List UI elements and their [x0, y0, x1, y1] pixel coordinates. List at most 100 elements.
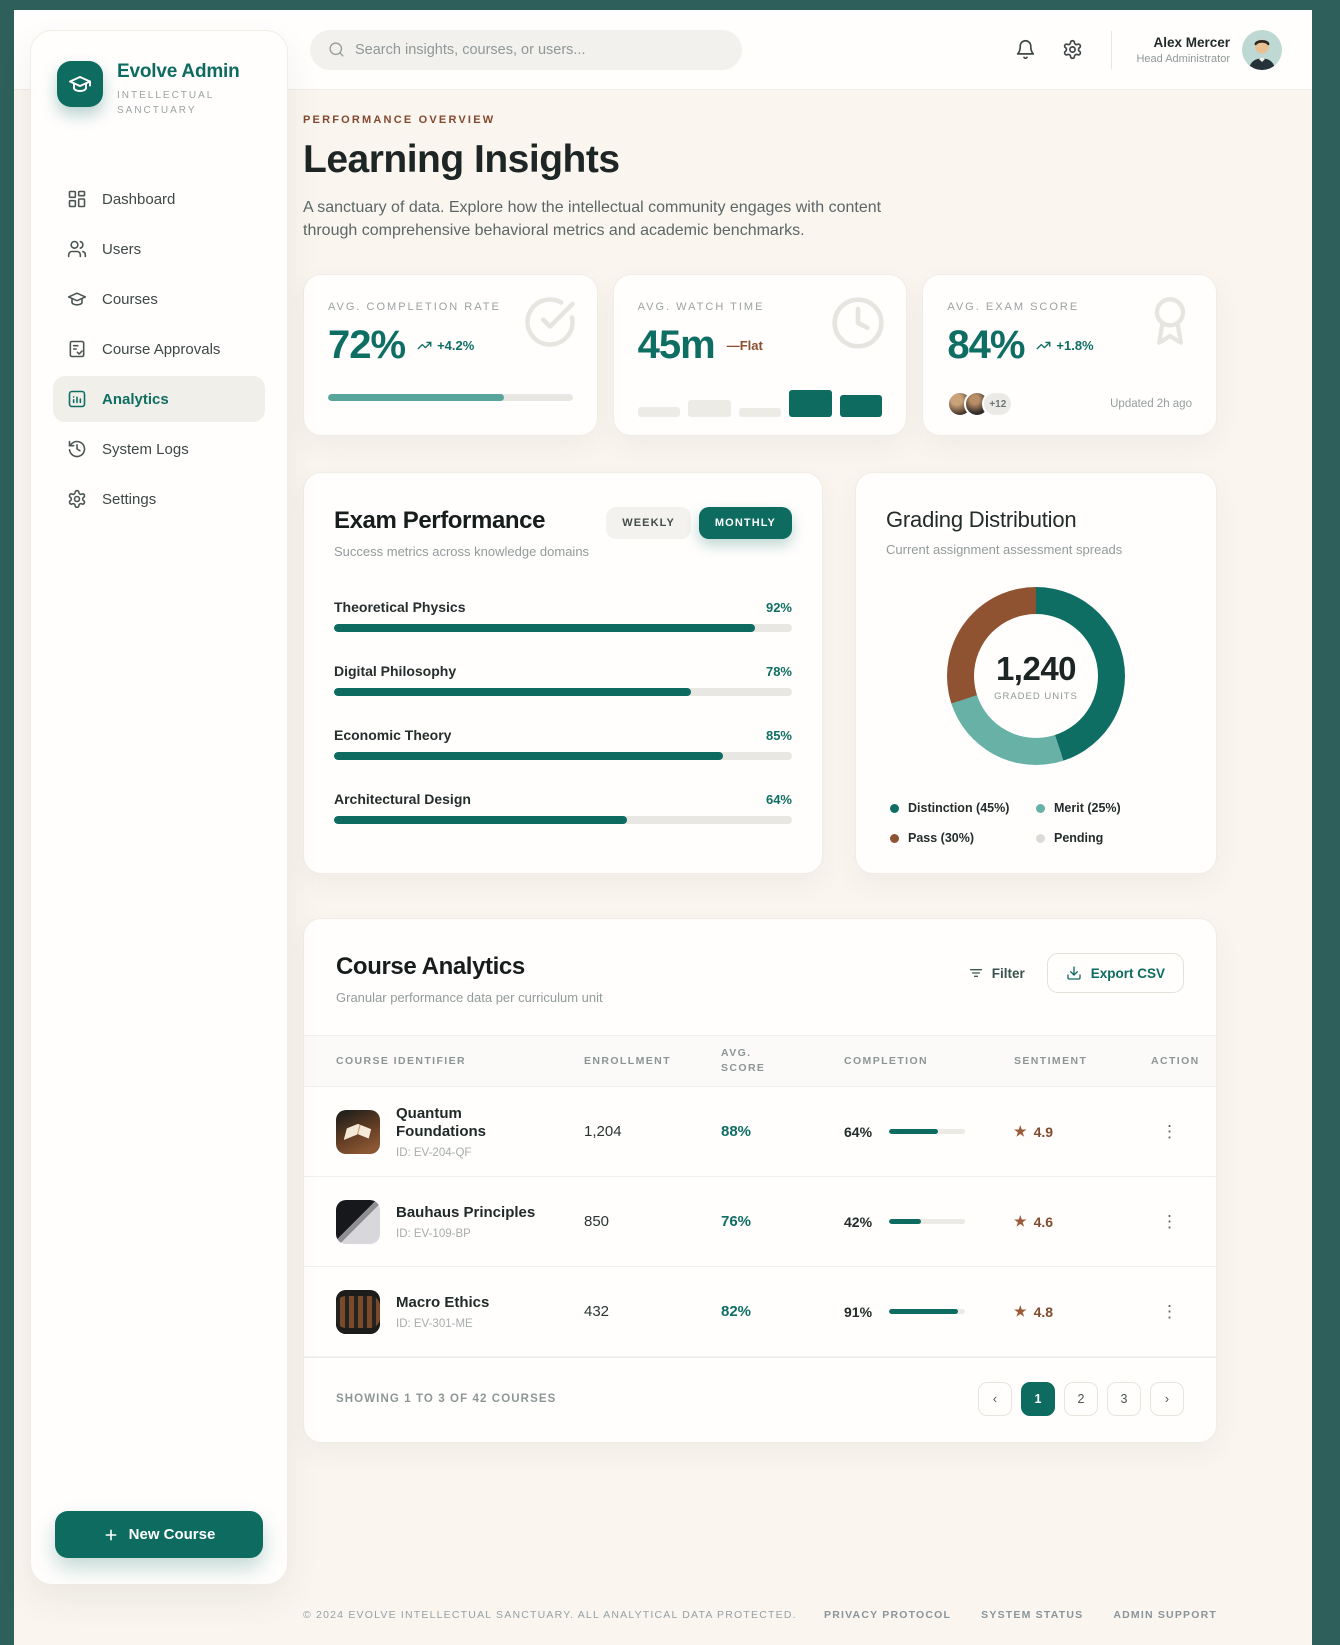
sentiment-cell: 4.6	[1014, 1213, 1151, 1230]
sidebar: Evolve Admin INTELLECTUAL SANCTUARY Dash…	[30, 30, 288, 1585]
history-icon	[67, 439, 87, 459]
sidebar-item-label: Courses	[102, 291, 158, 308]
column-header: COMPLETION	[844, 1054, 1014, 1070]
export-csv-button[interactable]: Export CSV	[1047, 953, 1184, 993]
monthly-toggle-button[interactable]: MONTHLY	[699, 507, 792, 539]
legend-item-pass: Pass (30%)	[890, 831, 1036, 845]
user-name: Alex Mercer	[1136, 35, 1230, 50]
table-header-row: COURSE IDENTIFIER ENROLLMENT AVG. SCORE …	[304, 1035, 1216, 1087]
sidebar-item-analytics[interactable]: Analytics	[53, 376, 265, 422]
row-actions-button[interactable]	[1151, 1207, 1188, 1236]
sidebar-item-label: System Logs	[102, 441, 189, 458]
domain-score: 92%	[766, 600, 792, 615]
page-button-3[interactable]: 3	[1107, 1382, 1141, 1416]
sidebar-item-label: Dashboard	[102, 191, 175, 208]
avatar[interactable]	[1242, 30, 1282, 70]
domain-label: Architectural Design	[334, 791, 471, 807]
mini-bar	[739, 408, 782, 417]
graduation-cap-icon	[67, 289, 87, 309]
dashboard-grid-icon	[67, 189, 87, 209]
search-input[interactable]	[355, 42, 724, 58]
users-icon	[67, 239, 87, 259]
download-icon	[1066, 965, 1082, 981]
sidebar-item-courses[interactable]: Courses	[53, 276, 265, 322]
footer-link-support[interactable]: ADMIN SUPPORT	[1113, 1609, 1217, 1621]
avg-score-value: 82%	[721, 1303, 844, 1320]
domain-score: 85%	[766, 728, 792, 743]
topbar-divider	[1111, 31, 1112, 69]
table-row: Quantum Foundations ID: EV-204-QF 1,204 …	[304, 1087, 1216, 1177]
stat-trend: +1.8%	[1036, 338, 1093, 353]
grading-subtitle: Current assignment assessment spreads	[886, 542, 1186, 557]
course-id: ID: EV-109-BP	[396, 1228, 535, 1240]
legend-dot	[890, 804, 899, 813]
completion-value: 91%	[844, 1304, 878, 1320]
check-circle-icon	[523, 295, 577, 354]
page-button-1[interactable]: 1	[1021, 1382, 1055, 1416]
student-avatar-stack: +12	[947, 391, 1013, 417]
exam-bar-row: Economic Theory 85%	[334, 727, 792, 760]
sidebar-item-users[interactable]: Users	[53, 226, 265, 272]
bell-icon	[1015, 39, 1036, 60]
stat-trend: +4.2%	[417, 338, 474, 353]
prev-page-button[interactable]: ‹	[978, 1382, 1012, 1416]
row-actions-button[interactable]	[1151, 1297, 1188, 1326]
enrollment-value: 432	[584, 1303, 721, 1320]
updated-timestamp: Updated 2h ago	[1110, 398, 1192, 410]
sidebar-item-label: Users	[102, 241, 141, 258]
completion-cell: 91%	[844, 1304, 1014, 1320]
teal-frame: Alex Mercer Head Administrator Evolve Ad…	[0, 0, 1340, 1645]
settings-quick-button[interactable]	[1058, 35, 1087, 64]
exam-performance-title: Exam Performance	[334, 507, 589, 535]
legend-dot	[1036, 834, 1045, 843]
sentiment-cell: 4.8	[1014, 1303, 1151, 1320]
sidebar-nav: Dashboard Users Courses Course Approvals…	[53, 176, 265, 522]
footer-link-privacy[interactable]: PRIVACY PROTOCOL	[824, 1609, 951, 1621]
page-button-2[interactable]: 2	[1064, 1382, 1098, 1416]
exam-bar-row: Architectural Design 64%	[334, 791, 792, 824]
sidebar-item-settings[interactable]: Settings	[53, 476, 265, 522]
grading-legend: Distinction (45%) Merit (25%) Pass (30%)…	[886, 801, 1186, 845]
pagination: SHOWING 1 TO 3 OF 42 COURSES ‹ 1 2 3 ›	[304, 1357, 1216, 1442]
enrollment-value: 1,204	[584, 1123, 721, 1140]
exam-performance-card: Exam Performance Success metrics across …	[303, 472, 823, 874]
legend-item-distinction: Distinction (45%)	[890, 801, 1036, 815]
stat-value: 84%	[947, 323, 1024, 368]
graduation-cap-icon	[68, 72, 92, 96]
mini-bar	[840, 395, 883, 417]
new-course-button[interactable]: New Course	[55, 1511, 263, 1558]
footer: © 2024 EVOLVE INTELLECTUAL SANCTUARY. AL…	[303, 1589, 1217, 1643]
search-bar[interactable]	[310, 30, 742, 70]
app-tagline: INTELLECTUAL SANCTUARY	[117, 88, 227, 118]
new-course-label: New Course	[129, 1526, 216, 1543]
clock-icon	[830, 295, 886, 356]
sidebar-item-dashboard[interactable]: Dashboard	[53, 176, 265, 222]
sidebar-item-course-approvals[interactable]: Course Approvals	[53, 326, 265, 372]
stat-card-watch-time: AVG. WATCH TIME 45m —Flat	[613, 274, 908, 436]
next-page-button[interactable]: ›	[1150, 1382, 1184, 1416]
pagination-summary: SHOWING 1 TO 3 OF 42 COURSES	[336, 1393, 556, 1405]
star-icon	[1014, 1213, 1027, 1230]
row-actions-button[interactable]	[1151, 1117, 1188, 1146]
grading-donut-chart: 1,240 GRADED UNITS	[947, 587, 1125, 765]
course-name: Bauhaus Principles	[396, 1204, 535, 1223]
column-header: AVG. SCORE	[721, 1046, 781, 1078]
footer-link-status[interactable]: SYSTEM STATUS	[981, 1609, 1083, 1621]
page-title: Learning Insights	[303, 138, 1217, 182]
star-icon	[1014, 1303, 1027, 1320]
stat-value: 45m	[638, 323, 715, 368]
mini-bar	[688, 400, 731, 417]
filter-icon	[968, 965, 984, 981]
watch-time-mini-chart	[638, 389, 883, 417]
mini-bar	[789, 390, 832, 417]
eyebrow: PERFORMANCE OVERVIEW	[303, 114, 1217, 126]
filter-button[interactable]: Filter	[968, 965, 1025, 981]
search-icon	[328, 41, 345, 58]
notifications-button[interactable]	[1011, 35, 1040, 64]
completion-cell: 64%	[844, 1124, 1014, 1140]
weekly-toggle-button[interactable]: WEEKLY	[606, 507, 691, 539]
user-menu[interactable]: Alex Mercer Head Administrator	[1136, 30, 1282, 70]
sidebar-item-system-logs[interactable]: System Logs	[53, 426, 265, 472]
page-subtitle: A sanctuary of data. Explore how the int…	[303, 196, 923, 242]
app-title: Evolve Admin	[117, 61, 240, 83]
